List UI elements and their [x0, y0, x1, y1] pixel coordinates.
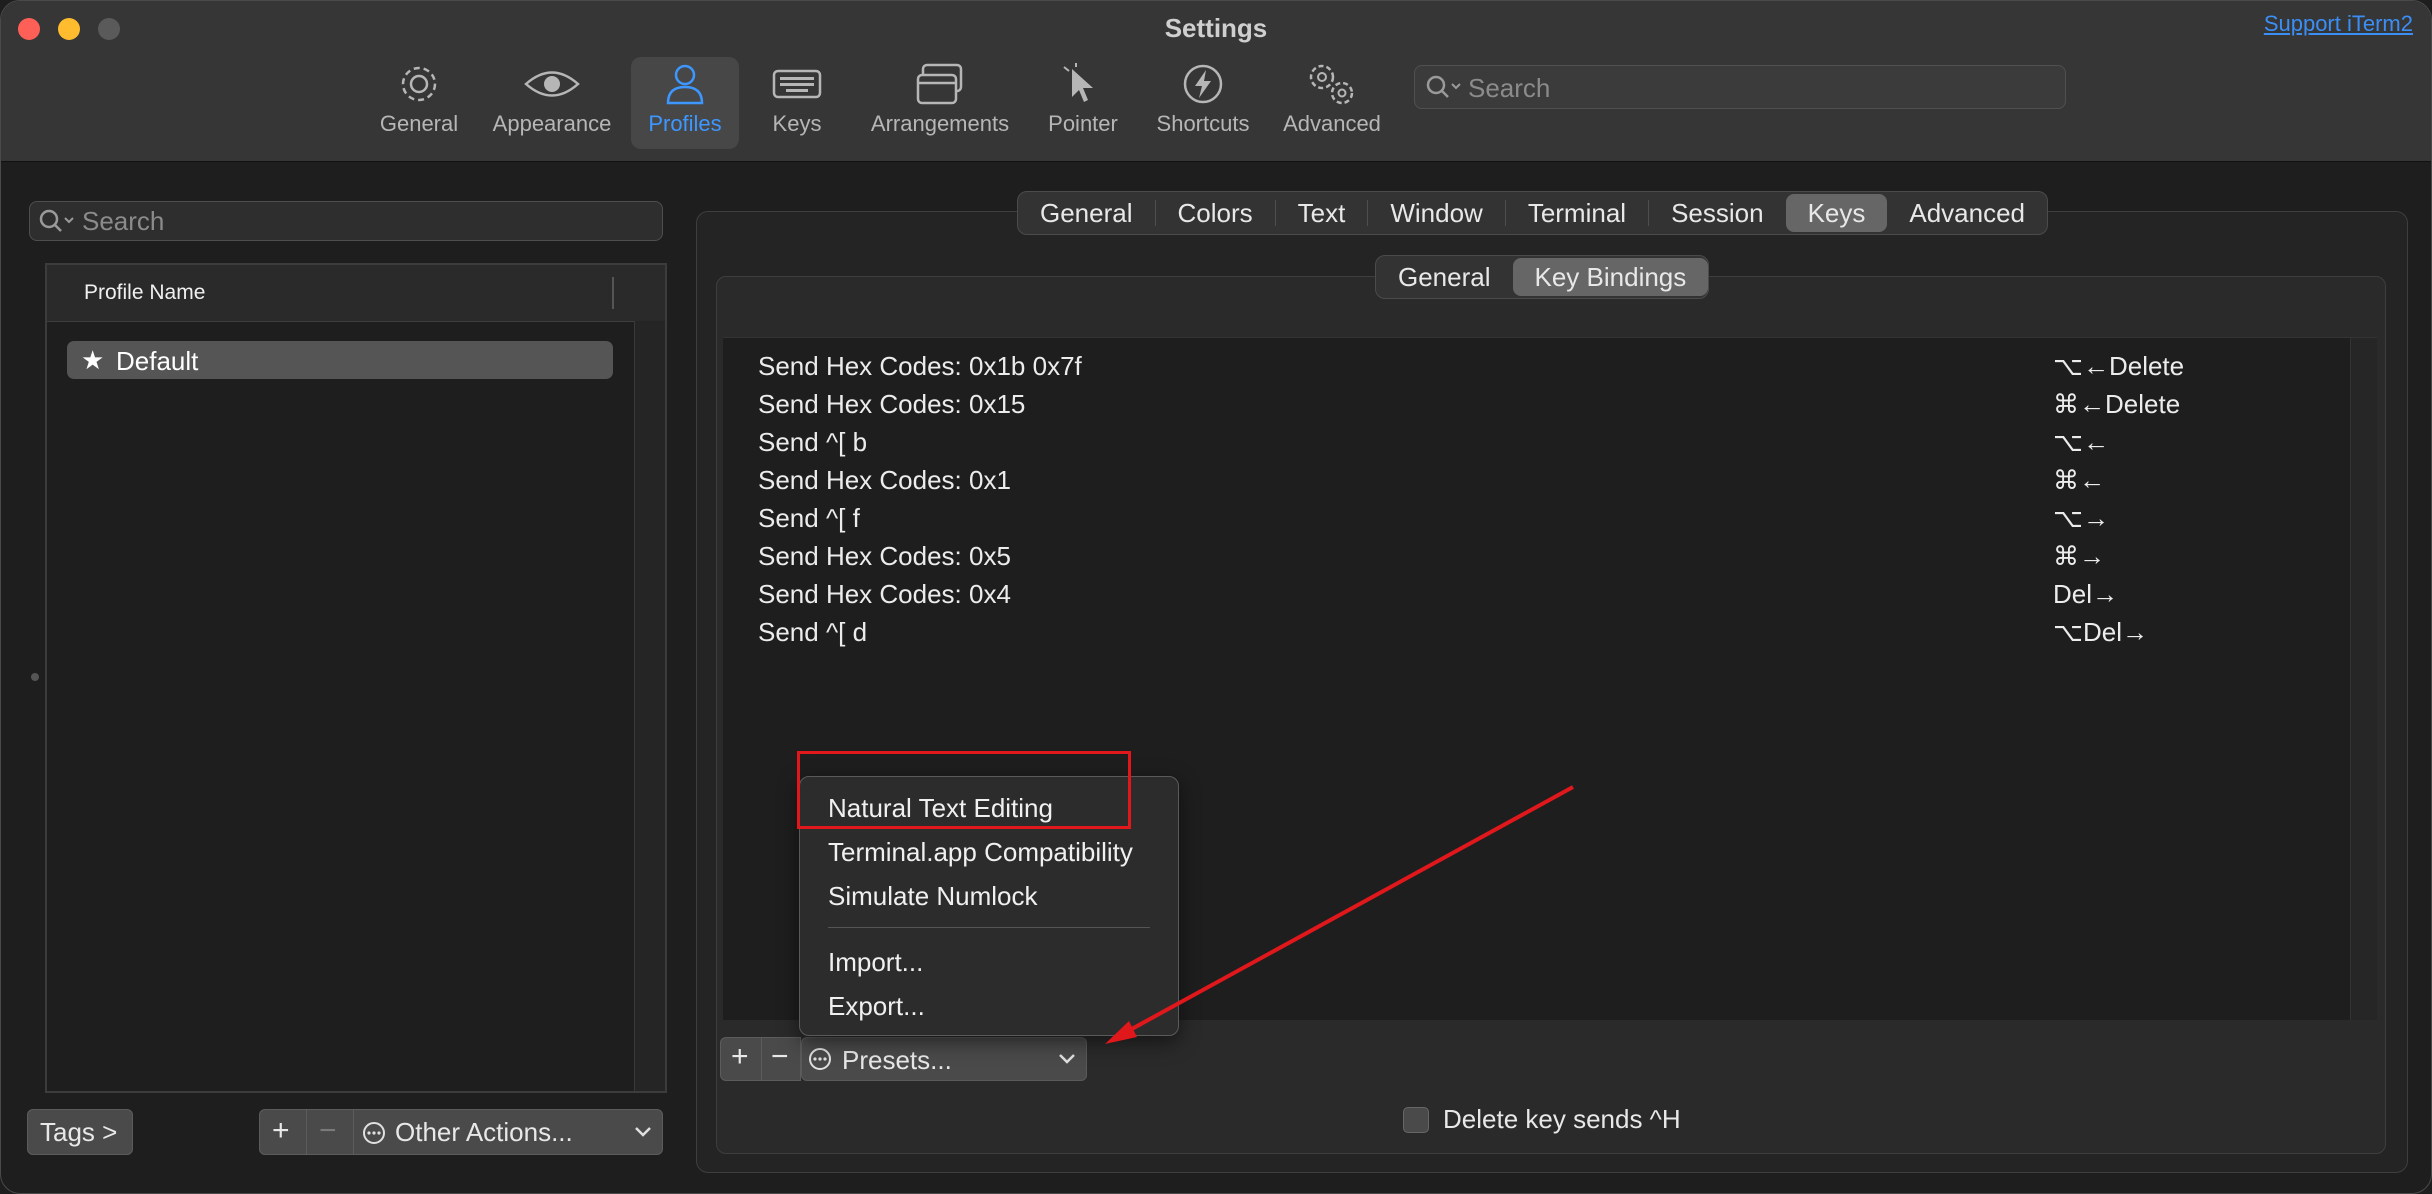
- settings-window: Settings Support iTerm2 General Appearan…: [0, 0, 2432, 1194]
- annotation-arrow-icon: [1105, 785, 1574, 1044]
